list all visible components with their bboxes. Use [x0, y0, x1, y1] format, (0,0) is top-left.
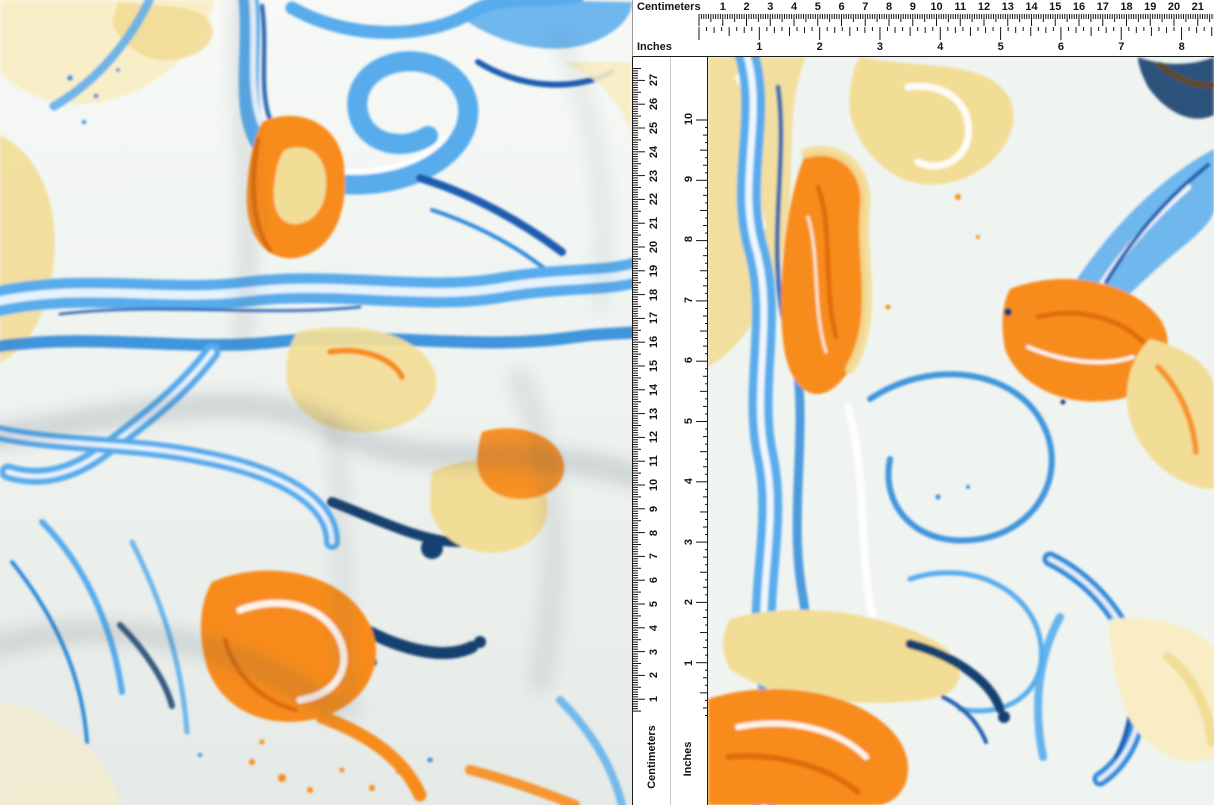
- h-cm-ticks: [633, 14, 1214, 27]
- h-cm-number: 1: [720, 1, 726, 13]
- h-cm-number: 21: [1192, 1, 1204, 13]
- horizontal-cm-label: Centimeters: [637, 1, 701, 13]
- v-cm-number: 12: [648, 431, 660, 443]
- v-cm-number: 6: [648, 577, 660, 583]
- v-cm-number: 8: [648, 530, 660, 536]
- draped-fabric-photo: [0, 0, 632, 805]
- h-inch-number: 1: [756, 41, 762, 53]
- h-inch-number: 8: [1179, 41, 1185, 53]
- v-cm-number: 22: [648, 193, 660, 205]
- v-cm-number: 16: [648, 336, 660, 348]
- fabric-listing-photo: Centimeters 1234567891011121314151617181…: [0, 0, 1214, 805]
- horizontal-ruler: Centimeters 1234567891011121314151617181…: [632, 0, 1214, 57]
- v-cm-number: 19: [648, 265, 660, 277]
- vertical-inch-label: Inches: [682, 742, 694, 777]
- h-inch-number: 6: [1058, 41, 1064, 53]
- h-cm-number: 14: [1025, 1, 1037, 13]
- h-inch-number: 4: [937, 41, 943, 53]
- h-inch-number: 7: [1118, 41, 1124, 53]
- v-cm-number: 14: [648, 384, 660, 396]
- vertical-ruler: 2726252423222120191817161514131211109876…: [632, 57, 708, 805]
- v-cm-number: 23: [648, 169, 660, 181]
- v-cm-number: 21: [648, 217, 660, 229]
- h-cm-number: 7: [862, 1, 868, 13]
- h-cm-number: 17: [1097, 1, 1109, 13]
- h-cm-number: 15: [1049, 1, 1061, 13]
- h-cm-number: 3: [767, 1, 773, 13]
- v-cm-ticks: [633, 57, 647, 805]
- v-cm-number: 25: [648, 122, 660, 134]
- h-cm-number: 10: [930, 1, 942, 13]
- v-cm-number: 3: [648, 649, 660, 655]
- h-cm-number: 8: [886, 1, 892, 13]
- h-cm-number: 4: [791, 1, 797, 13]
- v-cm-number: 17: [648, 312, 660, 324]
- v-cm-number: 18: [648, 288, 660, 300]
- h-cm-number: 5: [815, 1, 821, 13]
- h-cm-number: 2: [743, 1, 749, 13]
- v-cm-number: 4: [648, 625, 660, 631]
- v-cm-number: 5: [648, 601, 660, 607]
- h-cm-number: 16: [1073, 1, 1085, 13]
- h-cm-number: 13: [1002, 1, 1014, 13]
- v-cm-number: 9: [648, 506, 660, 512]
- v-cm-number: 10: [648, 479, 660, 491]
- v-cm-number: 11: [648, 455, 660, 467]
- v-cm-number: 27: [648, 74, 660, 86]
- draped-fabric-graphic: [0, 0, 632, 805]
- h-cm-number: 11: [954, 1, 966, 13]
- h-cm-number: 18: [1120, 1, 1132, 13]
- flat-fabric-photo: [708, 57, 1214, 805]
- v-cm-number: 2: [648, 672, 660, 678]
- v-cm-number: 15: [648, 360, 660, 372]
- h-inch-number: 2: [817, 41, 823, 53]
- h-cm-number: 19: [1144, 1, 1156, 13]
- h-inch-number: 3: [877, 41, 883, 53]
- v-cm-number: 20: [648, 241, 660, 253]
- v-cm-number: 13: [648, 407, 660, 419]
- h-cm-number: 12: [978, 1, 990, 13]
- h-inch-ticks: [633, 27, 1214, 40]
- vertical-cm-label: Centimeters: [646, 725, 658, 789]
- v-cm-number: 7: [648, 553, 660, 559]
- v-cm-number: 26: [648, 98, 660, 110]
- h-inch-number: 5: [998, 41, 1004, 53]
- h-cm-number: 6: [838, 1, 844, 13]
- v-inch-ticks: [694, 57, 709, 805]
- ruler-divider: [670, 57, 671, 805]
- h-cm-number: 9: [910, 1, 916, 13]
- horizontal-inch-label: Inches: [637, 41, 672, 53]
- flat-fabric-graphic: [708, 57, 1214, 805]
- h-cm-number: 20: [1168, 1, 1180, 13]
- v-cm-number: 1: [648, 696, 660, 702]
- v-cm-number: 24: [648, 146, 660, 158]
